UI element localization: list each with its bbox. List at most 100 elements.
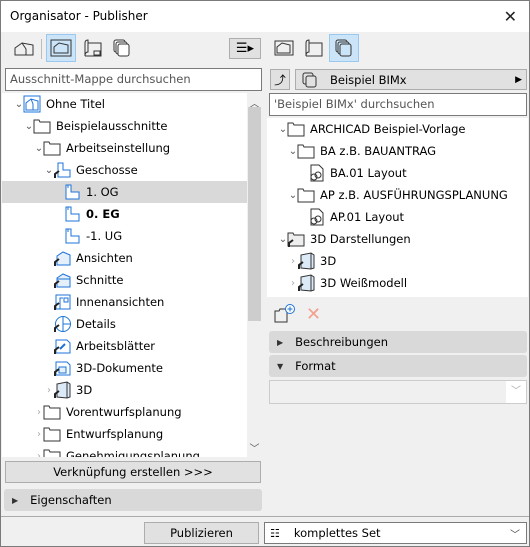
tree-item[interactable]: › 3D bbox=[267, 250, 528, 272]
folder-icon bbox=[43, 141, 61, 156]
descriptions-label: Beschreibungen bbox=[295, 335, 389, 349]
tree-item[interactable]: Arbeitsblätter bbox=[2, 335, 262, 357]
tree-item-label: 3D bbox=[320, 254, 337, 268]
tree-item[interactable]: -1. UG bbox=[2, 225, 262, 247]
new-folder-button[interactable] bbox=[274, 303, 296, 326]
tree-item[interactable]: ⌄ ARCHICAD Beispiel-Vorlage bbox=[267, 118, 528, 140]
tree-item[interactable]: Details bbox=[2, 313, 262, 335]
tree-item-label: Schnitte bbox=[76, 273, 124, 287]
folder-icon bbox=[287, 122, 305, 137]
menu-icon: ☰▸ bbox=[235, 41, 255, 56]
view-map-tree: ⌄ Ohne Titel ⌄ Beispielausschnitte ⌄ Arbeitse… bbox=[2, 93, 262, 457]
tree-item[interactable]: ⌄ 3D Darstellungen bbox=[267, 228, 528, 250]
tree-item-label: Vorentwurfsplanung bbox=[66, 405, 182, 419]
tree-item[interactable]: Innenansichten bbox=[2, 291, 262, 313]
tree-item[interactable]: BA.01 Layout bbox=[267, 162, 528, 184]
tree-item[interactable]: 0. EG bbox=[2, 203, 262, 225]
title-bar: Organisator - Publisher ✕ bbox=[1, 1, 529, 32]
properties-panel-header[interactable]: ▶ Eigenschaften bbox=[4, 489, 262, 511]
tree-scrollbar[interactable]: ︿ ﹀ bbox=[247, 93, 262, 457]
tree-item[interactable]: ⌄ Ohne Titel bbox=[2, 93, 262, 115]
footer-divider bbox=[1, 516, 529, 517]
properties-label: Eigenschaften bbox=[30, 493, 112, 507]
layout-book-icon bbox=[84, 39, 102, 57]
layout-icon bbox=[310, 164, 324, 182]
folder-icon bbox=[297, 144, 315, 159]
story-icon bbox=[65, 184, 80, 200]
tree-item[interactable]: › Entwurfsplanung bbox=[2, 423, 262, 445]
up-arrow-icon: ⤴ bbox=[274, 72, 286, 87]
tree-item[interactable]: › 3D bbox=[2, 379, 262, 401]
project-map-button[interactable] bbox=[9, 34, 39, 62]
tree-item[interactable]: › Vorentwurfsplanung bbox=[2, 401, 262, 423]
view-map-button-right[interactable] bbox=[269, 34, 299, 62]
layout-icon bbox=[310, 208, 324, 226]
layout-book-button[interactable] bbox=[77, 34, 107, 62]
tree-item-label: Arbeitsblätter bbox=[76, 339, 156, 353]
publish-set-option-dropdown[interactable]: ☷ komplettes Set ﹀ bbox=[264, 522, 527, 544]
story-icon bbox=[65, 228, 80, 244]
tree-item[interactable]: › 3D Weißmodell bbox=[267, 272, 528, 294]
tree-item[interactable]: ⌄ Arbeitseinstellung bbox=[2, 137, 262, 159]
window-title: Organisator - Publisher bbox=[10, 9, 148, 23]
tree-item-label: Geschosse bbox=[76, 163, 138, 177]
view-map-search-input[interactable]: Ausschnitt-Mappe durchsuchen bbox=[5, 68, 262, 91]
tree-item[interactable]: Schnitte bbox=[2, 269, 262, 291]
publisher-set-selector[interactable]: Beispiel BIMx ▶ bbox=[295, 69, 527, 90]
delete-icon[interactable]: ✕ bbox=[306, 304, 321, 325]
publisher-set-tree: ⌄ ARCHICAD Beispiel-Vorlage ⌄ BA z.B. BAUAN… bbox=[267, 118, 528, 297]
new-folder-icon bbox=[274, 304, 295, 323]
close-icon[interactable]: ✕ bbox=[504, 7, 517, 26]
tree-item[interactable]: AP.01 Layout bbox=[267, 206, 528, 228]
project-icon bbox=[23, 95, 41, 113]
set-option-value: komplettes Set bbox=[293, 526, 381, 540]
floor-plan-icon bbox=[54, 162, 71, 178]
collapse-triangle-icon: ▼ bbox=[277, 361, 284, 371]
publisher-sets-button-right[interactable] bbox=[329, 34, 359, 62]
story-icon bbox=[65, 206, 80, 222]
scroll-thumb[interactable] bbox=[248, 107, 261, 321]
3d-icon bbox=[298, 274, 315, 292]
up-level-button[interactable]: ⤴ bbox=[270, 69, 290, 90]
tree-item-label: AP z.B. AUSFÜHRUNGSPLANUNG bbox=[320, 188, 508, 202]
descriptions-panel-header[interactable]: ▶ Beschreibungen bbox=[269, 331, 527, 353]
arrow-right-icon: ▶ bbox=[515, 74, 522, 85]
tree-item-label: Beispielausschnitte bbox=[56, 119, 168, 133]
tree-item[interactable]: 1. OG bbox=[2, 181, 262, 203]
set-search-input[interactable]: 'Beispiel BIMx' durchsuchen bbox=[269, 93, 527, 116]
create-link-button[interactable]: Verknüpfung erstellen >>> bbox=[5, 461, 261, 483]
scroll-down-icon[interactable]: ﹀ bbox=[247, 440, 262, 455]
tree-item[interactable]: ⌄ Beispielausschnitte bbox=[2, 115, 262, 137]
tree-item-label: ARCHICAD Beispiel-Vorlage bbox=[310, 122, 466, 136]
publisher-sets-button[interactable] bbox=[107, 34, 137, 62]
publisher-sets-icon bbox=[302, 72, 317, 87]
3d-document-icon bbox=[54, 361, 71, 376]
tree-item[interactable]: ⌄ BA z.B. BAUANTRAG bbox=[267, 140, 528, 162]
elevation-icon bbox=[54, 251, 71, 266]
house-icon bbox=[14, 42, 34, 56]
tree-item[interactable]: ⌄ AP z.B. AUSFÜHRUNGSPLANUNG bbox=[267, 184, 528, 206]
tree-item-label: Genehmigungsplanung bbox=[66, 449, 200, 457]
tree-item[interactable]: ⌄ Geschosse bbox=[2, 159, 262, 181]
format-dropdown[interactable]: ﹀ bbox=[269, 380, 527, 404]
view-map-button[interactable] bbox=[46, 34, 76, 62]
tree-item-label: 3D-Dokumente bbox=[76, 361, 163, 375]
menu-button[interactable]: ☰▸ bbox=[229, 38, 261, 59]
divider bbox=[41, 39, 42, 59]
tree-item[interactable]: › Genehmigungsplanung bbox=[2, 445, 262, 457]
tree-item-label: Innenansichten bbox=[76, 295, 165, 309]
tree-item-label: 3D bbox=[76, 383, 93, 397]
tree-item[interactable]: Ansichten bbox=[2, 247, 262, 269]
publish-button[interactable]: Publizieren bbox=[144, 522, 259, 544]
publisher-window: Organisator - Publisher ✕ ☰▸ Ausschnitt-… bbox=[0, 0, 530, 547]
3d-icon bbox=[54, 381, 71, 399]
format-panel-header[interactable]: ▼ Format bbox=[269, 355, 527, 377]
chevron-down-icon: ﹀ bbox=[506, 381, 526, 403]
folder-icon bbox=[297, 188, 315, 203]
tree-item-label: Ansichten bbox=[76, 251, 133, 265]
tree-item-label: 3D Weißmodell bbox=[320, 276, 408, 290]
tree-item[interactable]: 3D-Dokumente bbox=[2, 357, 262, 379]
layout-book-button-right[interactable] bbox=[298, 34, 328, 62]
folder-icon bbox=[33, 119, 51, 134]
tree-item-label: 3D Darstellungen bbox=[310, 232, 411, 246]
